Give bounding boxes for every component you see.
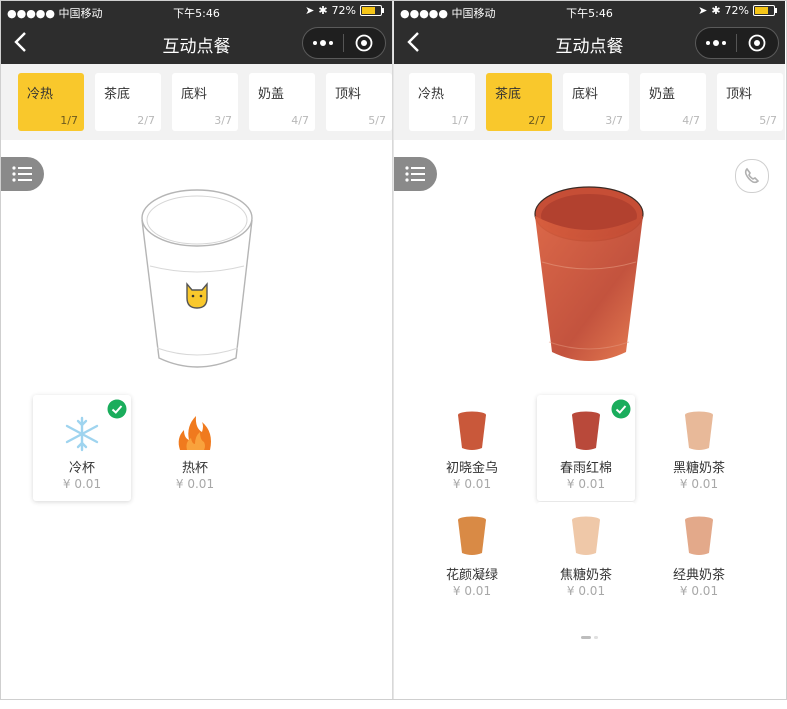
target-circle-icon[interactable] xyxy=(344,28,384,58)
screen-temperature-step: ●●●●● 中国移动 下午5:46 ➤ ✱ 72% 互动点餐 冷热 1/7 茶底… xyxy=(1,0,393,700)
empty-cup-icon xyxy=(141,189,253,368)
cup-option-cold[interactable]: 冷杯 ¥ 0.01 xyxy=(33,395,131,501)
status-bar: ●●●●● 中国移动 下午5:46 ➤ ✱ 72% xyxy=(394,0,785,22)
target-circle-icon[interactable] xyxy=(737,28,777,58)
tab-cold-hot[interactable]: 冷热 1/7 xyxy=(409,73,475,131)
tea-option-caramel-milk-tea[interactable]: 焦糖奶茶 ¥ 0.01 xyxy=(537,502,635,608)
step-tabs: 冷热 1/7 茶底 2/7 底料 3/7 奶盖 4/7 顶料 5/7 xyxy=(1,64,392,140)
item-price: ¥ 0.01 xyxy=(452,477,492,491)
miniprogram-capsule xyxy=(302,27,386,59)
tab-base-ingredient[interactable]: 底料 3/7 xyxy=(172,73,238,131)
tea-option-brown-sugar-milk-tea[interactable]: 黑糖奶茶 ¥ 0.01 xyxy=(650,395,748,501)
tea-cup-thumb-icon xyxy=(458,516,486,555)
check-icon xyxy=(611,399,631,419)
tab-tea-base[interactable]: 茶底 2/7 xyxy=(486,73,552,131)
tab-topping[interactable]: 顶料 5/7 xyxy=(326,73,392,131)
tab-milk-cap[interactable]: 奶盖 4/7 xyxy=(640,73,706,131)
tab-topping[interactable]: 顶料 5/7 xyxy=(717,73,783,131)
nav-bar: 互动点餐 xyxy=(1,22,392,64)
tea-cup-thumb-icon xyxy=(685,411,713,450)
bluetooth-icon: ✱ xyxy=(711,4,721,17)
cup-option-hot[interactable]: 热杯 ¥ 0.01 xyxy=(146,395,244,501)
miniprogram-capsule xyxy=(695,27,779,59)
cat-logo-icon xyxy=(186,282,208,309)
step-tabs: 冷热 1/7 茶底 2/7 底料 3/7 奶盖 4/7 顶料 5/7 xyxy=(394,64,785,140)
check-icon xyxy=(107,399,127,419)
item-price: ¥ 0.01 xyxy=(679,477,719,491)
bluetooth-icon: ✱ xyxy=(318,4,328,17)
tab-tea-base[interactable]: 茶底 2/7 xyxy=(95,73,161,131)
battery-icon xyxy=(753,5,777,16)
tab-cold-hot[interactable]: 冷热 1/7 xyxy=(18,73,84,131)
tea-cup-thumb-icon xyxy=(572,516,600,555)
item-name: 初晓金乌 xyxy=(445,461,498,476)
item-name: 经典奶茶 xyxy=(672,568,725,583)
more-dots-icon[interactable] xyxy=(696,28,736,58)
battery-icon xyxy=(360,5,384,16)
tab-base-ingredient[interactable]: 底料 3/7 xyxy=(563,73,629,131)
flame-icon xyxy=(178,416,211,450)
page-dot-active xyxy=(581,636,591,639)
item-price: ¥ 0.01 xyxy=(62,477,102,491)
item-price: ¥ 0.01 xyxy=(175,477,215,491)
item-price: ¥ 0.01 xyxy=(566,477,606,491)
tea-option-classic-milk-tea[interactable]: 经典奶茶 ¥ 0.01 xyxy=(650,502,748,608)
item-price: ¥ 0.01 xyxy=(452,584,492,598)
tab-milk-cap[interactable]: 奶盖 4/7 xyxy=(249,73,315,131)
page-indicator xyxy=(394,636,785,639)
item-name: 焦糖奶茶 xyxy=(559,568,612,583)
item-name: 冷杯 xyxy=(68,461,95,476)
tea-option-chuxiao-jinwu[interactable]: 初晓金乌 ¥ 0.01 xyxy=(423,395,521,501)
page-dot xyxy=(594,636,598,639)
tea-option-huayan-ninglv[interactable]: 花颜凝绿 ¥ 0.01 xyxy=(423,502,521,608)
item-name: 黑糖奶茶 xyxy=(672,461,725,476)
snowflake-icon xyxy=(65,416,99,452)
status-bar: ●●●●● 中国移动 下午5:46 ➤ ✱ 72% xyxy=(1,0,392,22)
battery-percent: 72% xyxy=(724,4,749,17)
battery-percent: 72% xyxy=(331,4,356,17)
nav-bar: 互动点餐 xyxy=(394,22,785,64)
screen-tea-base-step: ●●●●● 中国移动 下午5:46 ➤ ✱ 72% 互动点餐 冷热 1/7 茶底… xyxy=(393,0,785,700)
location-icon: ➤ xyxy=(698,4,708,17)
tea-option-chunyu-hongmian[interactable]: 春雨红棉 ¥ 0.01 xyxy=(537,395,635,501)
item-price: ¥ 0.01 xyxy=(679,584,719,598)
item-name: 春雨红棉 xyxy=(559,461,612,476)
tea-cup-thumb-icon xyxy=(572,411,600,450)
more-dots-icon[interactable] xyxy=(303,28,343,58)
item-price: ¥ 0.01 xyxy=(566,584,606,598)
tea-cup-thumb-icon xyxy=(458,411,486,450)
tea-cup-thumb-icon xyxy=(685,516,713,555)
location-icon: ➤ xyxy=(305,4,315,17)
tea-cup-icon xyxy=(534,186,644,361)
item-name: 花颜凝绿 xyxy=(445,568,498,583)
item-name: 热杯 xyxy=(181,461,208,476)
